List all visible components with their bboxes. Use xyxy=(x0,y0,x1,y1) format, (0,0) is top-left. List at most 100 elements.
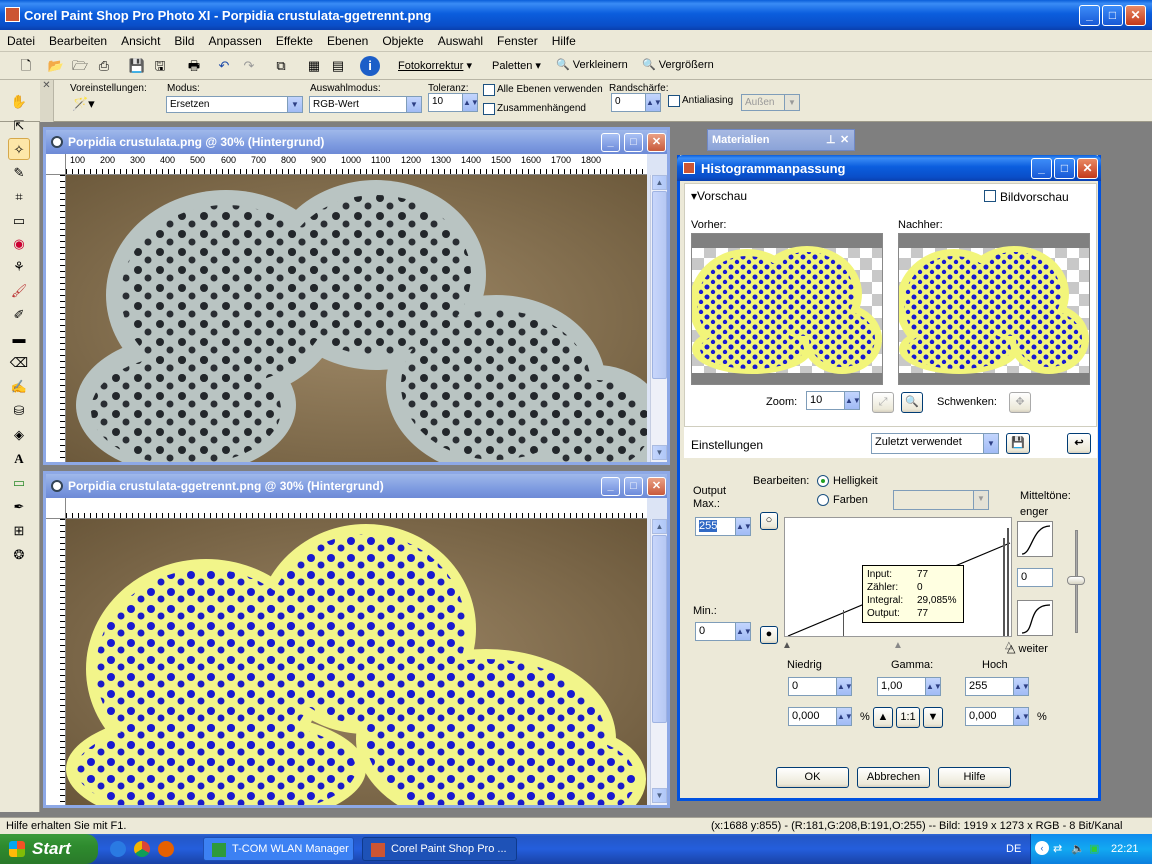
zoom-spinner[interactable]: 10 ▲▼ xyxy=(806,391,860,410)
quicklaunch-ie-icon[interactable] xyxy=(110,841,126,857)
ok-button[interactable]: OK xyxy=(776,767,849,788)
dialog-close-button[interactable]: ✕ xyxy=(1077,158,1098,179)
dialog-maximize-button[interactable]: □ xyxy=(1054,158,1075,179)
warp-tool-icon[interactable]: ⊞ xyxy=(8,520,30,542)
close-icon[interactable]: ✕ xyxy=(840,133,849,146)
menu-ansicht[interactable]: Ansicht xyxy=(114,30,167,48)
gamma-slider-handle[interactable]: ▲ xyxy=(893,640,903,651)
quicklaunch-chrome-icon[interactable] xyxy=(134,841,150,857)
scroll-thumb[interactable] xyxy=(652,191,667,379)
options-grip[interactable]: ✕ xyxy=(40,80,54,122)
text-tool-icon[interactable]: A xyxy=(8,448,30,470)
menu-ebenen[interactable]: Ebenen xyxy=(320,30,375,48)
black-point-button[interactable]: ● xyxy=(760,626,778,644)
menu-objekte[interactable]: Objekte xyxy=(375,30,430,48)
clone-tool-icon[interactable]: ⚘ xyxy=(8,256,30,278)
paintbrush-tool-icon[interactable]: 🖌 xyxy=(8,280,30,302)
network-icon[interactable]: ⇄ xyxy=(1053,842,1062,855)
save-preset-button[interactable]: 💾 xyxy=(1006,433,1030,454)
hoch-spinner[interactable]: 255 ▲▼ xyxy=(965,677,1029,696)
palette-icon[interactable]: ▤ xyxy=(328,56,348,76)
scroll-up-icon[interactable]: ▲ xyxy=(652,519,667,534)
flood-fill-tool-icon[interactable]: ⛁ xyxy=(8,400,30,422)
zoom-out-button[interactable]: 🔍 Verkleinern xyxy=(556,58,628,71)
minimize-button[interactable]: _ xyxy=(1079,5,1100,26)
gamma-down-button[interactable]: ▼ xyxy=(923,707,943,728)
scroll-thumb[interactable] xyxy=(652,535,667,723)
maximize-button[interactable]: □ xyxy=(1102,5,1123,26)
menu-hilfe[interactable]: Hilfe xyxy=(545,30,583,48)
zusammenhaengend-checkbox[interactable] xyxy=(483,103,495,115)
wlan-tray-icon[interactable]: ▣ xyxy=(1089,842,1099,855)
menu-auswahl[interactable]: Auswahl xyxy=(431,30,490,48)
doc-minimize-button[interactable]: _ xyxy=(601,477,620,496)
mitteltoene-field[interactable]: 0 xyxy=(1017,568,1053,587)
preset-wand-icon[interactable]: 🪄▾ xyxy=(72,96,95,112)
pan-button[interactable]: ✥ xyxy=(1009,392,1031,413)
scroll-down-icon[interactable]: ▼ xyxy=(652,788,667,803)
dialog-minimize-button[interactable]: _ xyxy=(1031,158,1052,179)
paletten-button[interactable]: Paletten ▾ xyxy=(492,59,541,72)
abbrechen-button[interactable]: Abbrechen xyxy=(857,767,930,788)
alle-ebenen-checkbox[interactable] xyxy=(483,84,495,96)
menu-datei[interactable]: Datei xyxy=(0,30,42,48)
pan-tool-icon[interactable]: ✋ xyxy=(8,91,30,113)
smudge-tool-icon[interactable]: ▬ xyxy=(8,328,30,350)
pin-icon[interactable]: ⊥ xyxy=(826,133,836,146)
toleranz-spinner[interactable]: 10 ▲▼ xyxy=(428,93,478,112)
output-max-spinner[interactable]: 255 ▲▼ xyxy=(695,517,751,536)
modus-select[interactable]: Ersetzen ▼ xyxy=(166,96,303,113)
red-eye-tool-icon[interactable]: ◉ xyxy=(8,233,30,255)
color-channel-select[interactable]: ▼ xyxy=(893,490,989,510)
vertical-scrollbar[interactable]: ▲ ▼ xyxy=(650,519,667,805)
dropper-tool-icon[interactable]: ✎ xyxy=(8,162,30,184)
helligkeit-radio[interactable] xyxy=(817,475,829,487)
magic-wand-tool-icon[interactable]: ✧ xyxy=(8,138,30,160)
new-file-icon[interactable]: 🗋 xyxy=(16,56,36,76)
language-indicator[interactable]: DE xyxy=(1006,843,1021,855)
save-icon[interactable]: 💾 xyxy=(127,56,147,76)
rectangle-tool-icon[interactable]: ▭ xyxy=(8,472,30,494)
task-wlan-manager[interactable]: T-COM WLAN Manager xyxy=(203,837,354,861)
output-min-spinner[interactable]: 0 ▲▼ xyxy=(695,622,751,641)
einstellungen-select[interactable]: Zuletzt verwendet ▼ xyxy=(871,433,999,454)
layers-icon[interactable]: ▦ xyxy=(304,56,324,76)
scroll-up-icon[interactable]: ▲ xyxy=(652,175,667,190)
vorschau-toggle[interactable]: ▾Vorschau xyxy=(691,189,747,203)
open-file-icon[interactable]: 📂 xyxy=(46,56,66,76)
tray-expand-icon[interactable]: ‹ xyxy=(1035,841,1049,855)
save-as-icon[interactable]: 🖫 xyxy=(150,56,170,76)
zoom-in-button[interactable]: 🔍 Vergrößern xyxy=(642,58,714,71)
eraser-tool-icon[interactable]: ⌫ xyxy=(8,352,30,374)
farben-radio[interactable] xyxy=(817,494,829,506)
vertical-scrollbar[interactable]: ▲ ▼ xyxy=(650,175,667,462)
gamma-up-button[interactable]: ▲ xyxy=(873,707,893,728)
auswahlmodus-select[interactable]: RGB-Wert ▼ xyxy=(309,96,422,113)
menu-bearbeiten[interactable]: Bearbeiten xyxy=(42,30,114,48)
antialiasing-checkbox[interactable] xyxy=(668,95,680,107)
pick-tool-icon[interactable]: ⇱ xyxy=(8,115,30,137)
scroll-down-icon[interactable]: ▼ xyxy=(652,445,667,460)
doc-close-button[interactable]: ✕ xyxy=(647,477,666,496)
start-button[interactable]: Start xyxy=(0,834,98,864)
undo-icon[interactable]: ↶ xyxy=(214,56,234,76)
low-slider-handle[interactable]: ▲ xyxy=(782,640,792,651)
redo-icon[interactable]: ↷ xyxy=(239,56,259,76)
bildvorschau-checkbox[interactable] xyxy=(984,190,996,202)
zoom-locate-button[interactable]: 🔍 xyxy=(901,392,923,413)
straighten-tool-icon[interactable]: ▭ xyxy=(8,210,30,232)
resize-icon[interactable]: ⧉ xyxy=(271,56,291,76)
randschaerfe-spinner[interactable]: 0 ▲▼ xyxy=(611,93,661,112)
doc-minimize-button[interactable]: _ xyxy=(601,133,620,152)
browse-icon[interactable]: 🗁 xyxy=(70,56,90,76)
hilfe-button[interactable]: Hilfe xyxy=(938,767,1011,788)
hoch-percent-spinner[interactable]: 0,000 ▲▼ xyxy=(965,707,1029,726)
white-point-button[interactable]: ○ xyxy=(760,512,778,530)
print-icon[interactable]: 🖶 xyxy=(184,56,204,76)
scan-icon[interactable]: ⎙ xyxy=(94,56,114,76)
volume-icon[interactable]: 🔈 xyxy=(1071,842,1085,855)
lighten-tool-icon[interactable]: ✐ xyxy=(8,304,30,326)
crop-tool-icon[interactable]: ⌗ xyxy=(8,186,30,208)
pen-tool-icon[interactable]: ✒ xyxy=(8,496,30,518)
gamma-spinner[interactable]: 1,00 ▲▼ xyxy=(877,677,941,696)
